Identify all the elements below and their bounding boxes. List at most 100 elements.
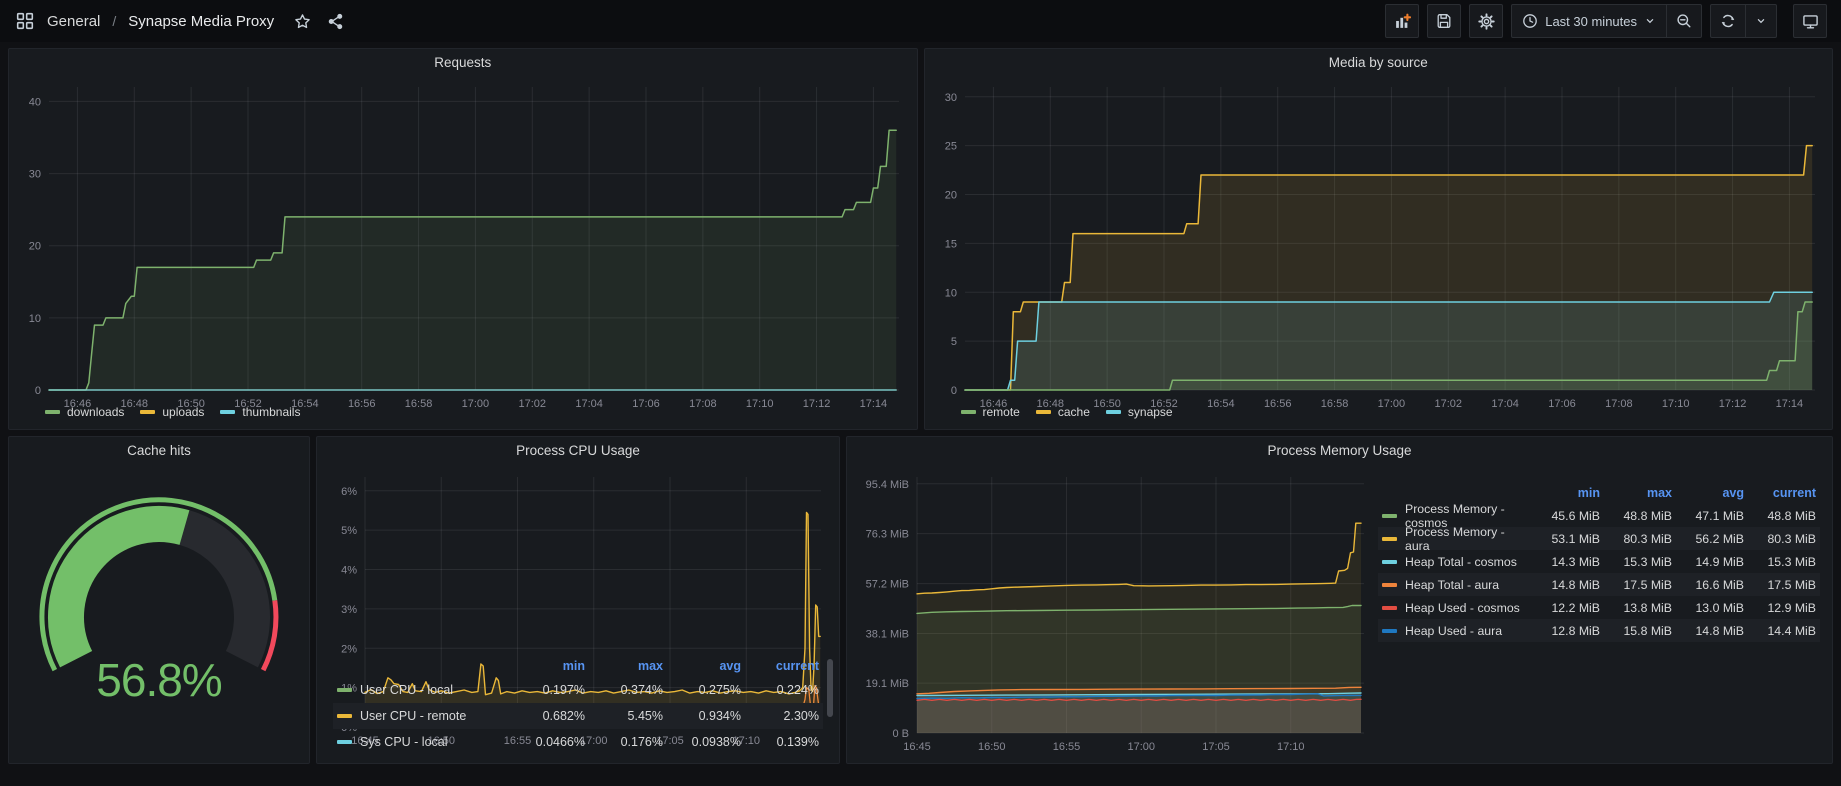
panel-title-requests[interactable]: Requests bbox=[9, 49, 917, 77]
legend-value-max: 15.3 MiB bbox=[1600, 555, 1672, 569]
zoom-out-time-button[interactable] bbox=[1666, 5, 1701, 37]
legend-swatch bbox=[1382, 629, 1397, 633]
apps-grid-icon[interactable] bbox=[14, 10, 36, 32]
legend-header-avg[interactable]: avg bbox=[1672, 486, 1744, 500]
panel-title-cache-hits[interactable]: Cache hits bbox=[9, 437, 309, 465]
panel-process-memory: Process Memory Usage 16:4516:5016:5517:0… bbox=[846, 436, 1833, 764]
legend-value-max: 5.45% bbox=[585, 709, 663, 723]
legend-header-max[interactable]: max bbox=[1600, 486, 1672, 500]
legend-series-label[interactable]: User CPU - remote bbox=[337, 709, 507, 723]
svg-text:17:08: 17:08 bbox=[1605, 398, 1633, 410]
refresh-button[interactable] bbox=[1711, 5, 1745, 37]
legend-series-label[interactable]: User CPU - local bbox=[337, 683, 507, 697]
legend-value-min: 12.8 MiB bbox=[1528, 624, 1600, 638]
legend-table-row: User CPU - local0.197%0.374%0.275%0.224% bbox=[333, 677, 823, 703]
legend-label[interactable]: Heap Total - aura bbox=[1405, 578, 1499, 592]
caret-down-icon bbox=[1755, 15, 1767, 27]
breadcrumb-section[interactable]: General bbox=[47, 13, 100, 30]
navbar: General / Synapse Media Proxy bbox=[0, 0, 1841, 42]
legend-value-min: 0.0466% bbox=[507, 735, 585, 749]
legend-value-avg: 0.934% bbox=[663, 709, 741, 723]
time-controls: Last 30 minutes bbox=[1511, 4, 1702, 38]
svg-text:30: 30 bbox=[29, 169, 41, 181]
media-chart[interactable]: 16:4616:4816:5016:5216:5416:5616:5817:00… bbox=[931, 77, 1827, 402]
legend-value-min: 14.8 MiB bbox=[1528, 578, 1600, 592]
legend-value-avg: 16.6 MiB bbox=[1672, 578, 1744, 592]
legend-table-row: Heap Used - cosmos12.2 MiB13.8 MiB13.0 M… bbox=[1378, 596, 1820, 619]
panel-cache-hits: Cache hits 56.8% bbox=[8, 436, 310, 764]
legend-series-label[interactable]: Heap Used - aura bbox=[1382, 624, 1528, 638]
dashboard-grid: Requests 16:4616:4816:5016:5216:5416:561… bbox=[0, 42, 1841, 772]
save-dashboard-button[interactable] bbox=[1427, 4, 1461, 38]
requests-chart[interactable]: 16:4616:4816:5016:5216:5416:5616:5817:00… bbox=[15, 77, 911, 402]
share-icon[interactable] bbox=[324, 10, 346, 32]
svg-text:17:10: 17:10 bbox=[1661, 398, 1689, 410]
legend-value-max: 48.8 MiB bbox=[1600, 509, 1672, 523]
legend-swatch bbox=[1382, 537, 1397, 541]
svg-text:16:50: 16:50 bbox=[177, 398, 205, 410]
svg-text:17:02: 17:02 bbox=[519, 398, 547, 410]
svg-text:40: 40 bbox=[29, 96, 41, 108]
legend-header-min[interactable]: min bbox=[507, 659, 585, 673]
panel-title-media[interactable]: Media by source bbox=[925, 49, 1833, 77]
refresh-interval-dropdown[interactable] bbox=[1745, 5, 1776, 37]
legend-swatch bbox=[337, 740, 352, 744]
svg-text:17:12: 17:12 bbox=[803, 398, 831, 410]
legend-value-avg: 14.9 MiB bbox=[1672, 555, 1744, 569]
svg-text:5: 5 bbox=[950, 336, 956, 348]
legend-label[interactable]: Heap Used - cosmos bbox=[1405, 601, 1520, 615]
panel-title-cpu[interactable]: Process CPU Usage bbox=[317, 437, 839, 465]
legend-scrollbar[interactable] bbox=[827, 659, 833, 717]
svg-text:16:50: 16:50 bbox=[1093, 398, 1121, 410]
legend-swatch bbox=[1382, 514, 1397, 518]
dashboard-settings-button[interactable] bbox=[1469, 4, 1503, 38]
legend-label[interactable]: Heap Total - cosmos bbox=[1405, 555, 1517, 569]
svg-text:16:58: 16:58 bbox=[1320, 398, 1348, 410]
svg-text:6%: 6% bbox=[341, 486, 357, 498]
refresh-sync-icon bbox=[1720, 13, 1736, 29]
legend-header-current[interactable]: current bbox=[741, 659, 819, 673]
add-panel-button[interactable] bbox=[1385, 4, 1419, 38]
star-icon[interactable] bbox=[291, 10, 313, 32]
legend-table-row: Sys CPU - local0.0466%0.176%0.0938%0.139… bbox=[333, 729, 823, 755]
legend-value-avg: 0.275% bbox=[663, 683, 741, 697]
cpu-chart[interactable]: 16:4516:5016:5517:0017:0517:100%1%2%3%4%… bbox=[323, 465, 833, 653]
time-range-picker[interactable]: Last 30 minutes bbox=[1512, 5, 1666, 37]
legend-label[interactable]: Heap Used - aura bbox=[1405, 624, 1502, 638]
legend-value-avg: 56.2 MiB bbox=[1672, 532, 1744, 546]
legend-table-header: minmaxavgcurrent bbox=[333, 655, 823, 677]
legend-swatch bbox=[337, 688, 352, 692]
dashboard-title[interactable]: Synapse Media Proxy bbox=[128, 13, 274, 30]
legend-header-min[interactable]: min bbox=[1528, 486, 1600, 500]
svg-text:4%: 4% bbox=[341, 565, 357, 577]
svg-text:16:55: 16:55 bbox=[1053, 741, 1081, 753]
legend-label[interactable]: User CPU - remote bbox=[360, 709, 466, 723]
legend-value-current: 12.9 MiB bbox=[1744, 601, 1816, 615]
panel-title-memory[interactable]: Process Memory Usage bbox=[847, 437, 1832, 465]
legend-header-max[interactable]: max bbox=[585, 659, 663, 673]
svg-text:16:48: 16:48 bbox=[1036, 398, 1064, 410]
legend-table-row: Heap Total - aura14.8 MiB17.5 MiB16.6 Mi… bbox=[1378, 573, 1820, 596]
monitor-icon bbox=[1802, 13, 1819, 30]
panel-process-cpu: Process CPU Usage 16:4516:5016:5517:0017… bbox=[316, 436, 840, 764]
legend-header-avg[interactable]: avg bbox=[663, 659, 741, 673]
legend-series-label[interactable]: Heap Total - cosmos bbox=[1382, 555, 1528, 569]
legend-series-label[interactable]: Heap Used - cosmos bbox=[1382, 601, 1528, 615]
legend-header-current[interactable]: current bbox=[1744, 486, 1816, 500]
svg-text:17:02: 17:02 bbox=[1434, 398, 1462, 410]
cycle-view-mode-button[interactable] bbox=[1793, 4, 1827, 38]
legend-value-min: 0.197% bbox=[507, 683, 585, 697]
legend-series-label[interactable]: Sys CPU - local bbox=[337, 735, 507, 749]
svg-text:15: 15 bbox=[944, 238, 956, 250]
legend-label[interactable]: Process Memory - aura bbox=[1405, 525, 1528, 553]
memory-chart[interactable]: 16:4516:5016:5517:0017:0517:100 B19.1 Mi… bbox=[853, 465, 1374, 759]
svg-text:17:04: 17:04 bbox=[575, 398, 603, 410]
svg-text:20: 20 bbox=[29, 241, 41, 253]
legend-series-label[interactable]: Heap Total - aura bbox=[1382, 578, 1528, 592]
svg-text:16:48: 16:48 bbox=[121, 398, 149, 410]
svg-text:3%: 3% bbox=[341, 604, 357, 616]
legend-label[interactable]: User CPU - local bbox=[360, 683, 453, 697]
legend-series-label[interactable]: Process Memory - aura bbox=[1382, 525, 1528, 553]
search-minus-icon bbox=[1676, 13, 1692, 29]
legend-label[interactable]: Sys CPU - local bbox=[360, 735, 448, 749]
